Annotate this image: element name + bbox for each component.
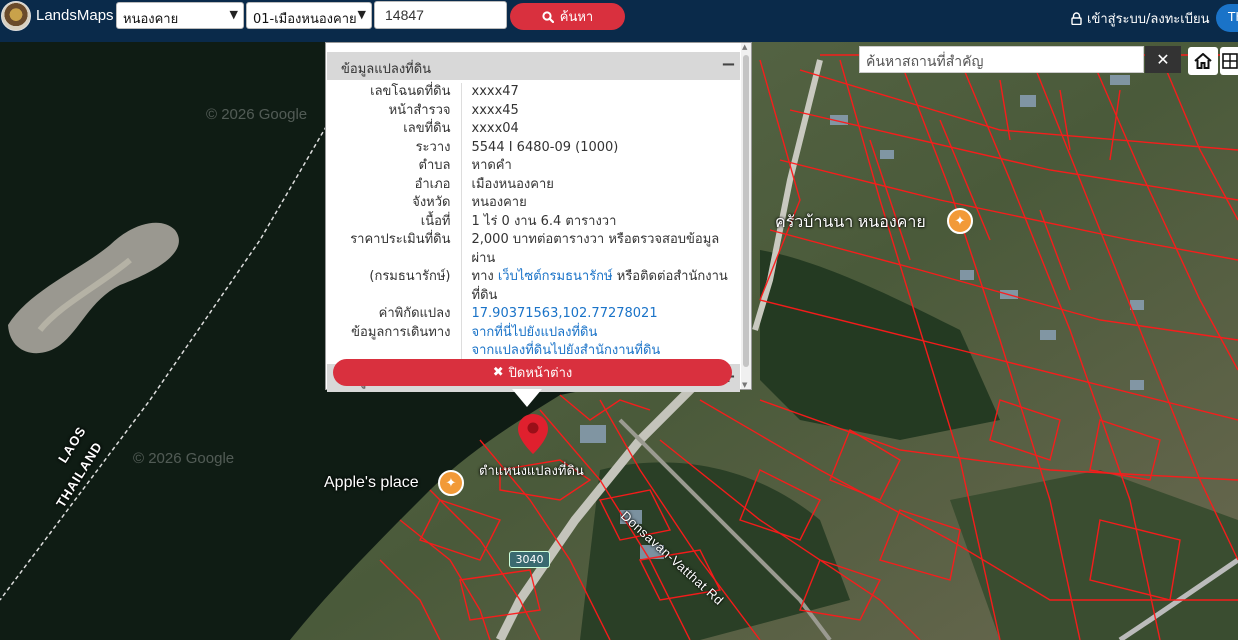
row-key: จังหวัด	[327, 194, 462, 213]
close-window-button[interactable]: ✖ ปิดหน้าต่าง	[333, 359, 732, 386]
login-link[interactable]: เข้าสู่ระบบ/ลงทะเบียน	[1071, 8, 1209, 29]
chevron-down-icon: ▼	[229, 8, 238, 21]
row-value: ทาง เว็บไซต์กรมธนารักษ์ หรือติดต่อสำนักง…	[461, 268, 740, 305]
close-icon: ✖	[492, 365, 504, 380]
table-row: หน้าสำรวจ xxxx45	[327, 101, 740, 120]
table-row: ตำบล หาดคำ	[327, 157, 740, 176]
close-window-label: ปิดหน้าต่าง	[508, 366, 573, 381]
district-select[interactable]: 01-เมืองหนองคาย ▼	[246, 2, 372, 29]
route-shield: 3040	[509, 551, 550, 568]
table-row: ข้อมูลการเดินทาง จากที่นี่ไปยังแปลงที่ดิ…	[327, 323, 740, 343]
parcel-number-input[interactable]: 14847	[374, 1, 507, 29]
row-key: เนื้อที่	[327, 212, 462, 231]
table-row: เลขโฉนดที่ดิน xxxx47	[327, 83, 740, 102]
table-row: อำเภอ เมืองหนองคาย	[327, 175, 740, 194]
grid-icon	[1222, 53, 1238, 69]
scroll-up-icon[interactable]: ▲	[742, 43, 747, 51]
home-icon	[1194, 53, 1212, 69]
apples-place-label[interactable]: Apple's place	[324, 474, 419, 492]
parcel-info-panel-header[interactable]: ข้อมูลแปลงที่ดิน −	[327, 52, 740, 80]
treasury-website-link[interactable]: เว็บไซต์กรมธนารักษ์	[498, 269, 613, 284]
google-watermark: © 2026 Google	[133, 450, 235, 467]
place-search-input[interactable]: ค้นหาสถานที่สำคัญ	[859, 46, 1144, 73]
row-value: จากแปลงที่ดินไปยังสำนักงานที่ดิน	[461, 342, 740, 361]
district-select-value: 01-เมืองหนองคาย	[253, 12, 357, 27]
chevron-down-icon: ▼	[357, 8, 366, 21]
row-key: ระวาง	[327, 138, 462, 157]
province-select[interactable]: หนองคาย ▼	[116, 2, 244, 29]
row-value: จากที่นี่ไปยังแปลงที่ดิน	[461, 324, 740, 343]
row-key: ตำบล	[327, 157, 462, 176]
top-navbar: LandsMaps หนองคาย ▼ 01-เมืองหนองคาย ▼ 14…	[0, 0, 1238, 42]
province-select-value: หนองคาย	[123, 12, 179, 27]
search-button[interactable]: ค้นหา	[510, 3, 625, 30]
lock-icon	[1071, 12, 1082, 25]
parcel-location-pin-icon[interactable]	[517, 413, 549, 459]
directions-to-parcel-link[interactable]: จากที่นี่ไปยังแปลงที่ดิน	[472, 325, 598, 340]
directions-to-office-link[interactable]: จากแปลงที่ดินไปยังสำนักงานที่ดิน	[472, 343, 661, 358]
row-key: ราคาประเมินที่ดิน	[327, 231, 462, 268]
row-value: หาดคำ	[471, 158, 512, 173]
row-value: 2,000 บาทต่อตารางวา หรือตรวจสอบข้อมูลผ่า…	[471, 232, 720, 266]
home-button[interactable]	[1188, 47, 1218, 75]
table-row: จากแปลงที่ดินไปยังสำนักงานที่ดิน	[327, 342, 740, 361]
row-key: ค่าพิกัดแปลง	[327, 305, 462, 324]
scrollbar-thumb[interactable]	[743, 55, 749, 367]
table-row: (กรมธนารักษ์) ทาง เว็บไซต์กรมธนารักษ์ หร…	[327, 268, 740, 305]
popup-pointer	[512, 389, 542, 407]
layers-grid-button[interactable]	[1220, 47, 1238, 75]
language-button[interactable]: TH	[1216, 4, 1238, 32]
table-row: ค่าพิกัดแปลง 17.90371563,102.77278021	[327, 305, 740, 324]
table-row: จังหวัด หนองคาย	[327, 194, 740, 213]
search-button-label: ค้นหา	[559, 10, 594, 25]
table-row: ราคาประเมินที่ดิน 2,000 บาทต่อตารางวา หร…	[327, 231, 740, 268]
parcel-info-table: เลขโฉนดที่ดิน xxxx47 หน้าสำรวจ xxxx45 เลขที่…	[327, 83, 740, 361]
parcel-info-panel-title: ข้อมูลแปลงที่ดิน	[341, 62, 432, 77]
row-value: 1 ไร่ 0 งาน 6.4 ตารางวา	[471, 213, 617, 229]
row-value: xxxx04	[471, 121, 519, 136]
row-key	[327, 342, 462, 361]
collapse-icon[interactable]: −	[721, 54, 736, 75]
place-search-clear-button[interactable]: ✕	[1145, 46, 1181, 73]
row-key: (กรมธนารักษ์)	[327, 268, 462, 305]
scroll-down-icon[interactable]: ▼	[742, 381, 747, 389]
table-row: เลขที่ดิน xxxx04	[327, 120, 740, 139]
table-row: ระวาง 5544 I 6480-09 (1000)	[327, 138, 740, 157]
row-value: 17.90371563,102.77278021	[461, 305, 740, 324]
popup-scrollbar[interactable]: ▲ ▼	[741, 43, 751, 389]
row-key: เลขที่ดิน	[327, 120, 462, 139]
coordinates-link[interactable]: 17.90371563,102.77278021	[472, 306, 658, 321]
row-key: เลขโฉนดที่ดิน	[327, 83, 462, 102]
restaurant-icon[interactable]: ✦	[947, 208, 973, 234]
restaurant-icon[interactable]: ✦	[438, 470, 464, 496]
search-icon	[542, 10, 554, 23]
row-value: เมืองหนองคาย	[471, 176, 554, 192]
row-value: 5544 I 6480-09 (1000)	[471, 139, 619, 155]
brand-name[interactable]: LandsMaps	[36, 7, 114, 24]
google-watermark: © 2026 Google	[206, 106, 308, 123]
row-value: xxxx47	[471, 84, 519, 99]
price-text-prefix: ทาง	[471, 269, 498, 284]
parcel-info-popup: ข้อมูลแปลงที่ดิน − เลขโฉนดที่ดิน xxxx47 หน…	[325, 42, 752, 392]
close-icon: ✕	[1156, 50, 1170, 69]
login-label: เข้าสู่ระบบ/ลงทะเบียน	[1087, 12, 1210, 27]
table-row: เนื้อที่ 1 ไร่ 0 งาน 6.4 ตารางวา	[327, 212, 740, 231]
row-key: หน้าสำรวจ	[327, 101, 462, 120]
row-value: หนองคาย	[471, 195, 527, 210]
row-key: อำเภอ	[327, 175, 462, 194]
row-key: ข้อมูลการเดินทาง	[327, 323, 462, 342]
department-logo[interactable]	[1, 1, 31, 31]
restaurant-label[interactable]: ครัวบ้านนา หนองคาย	[775, 210, 926, 235]
parcel-marker-label: ตำแหน่งแปลงที่ดิน	[479, 463, 584, 478]
row-value: xxxx45	[471, 102, 519, 118]
